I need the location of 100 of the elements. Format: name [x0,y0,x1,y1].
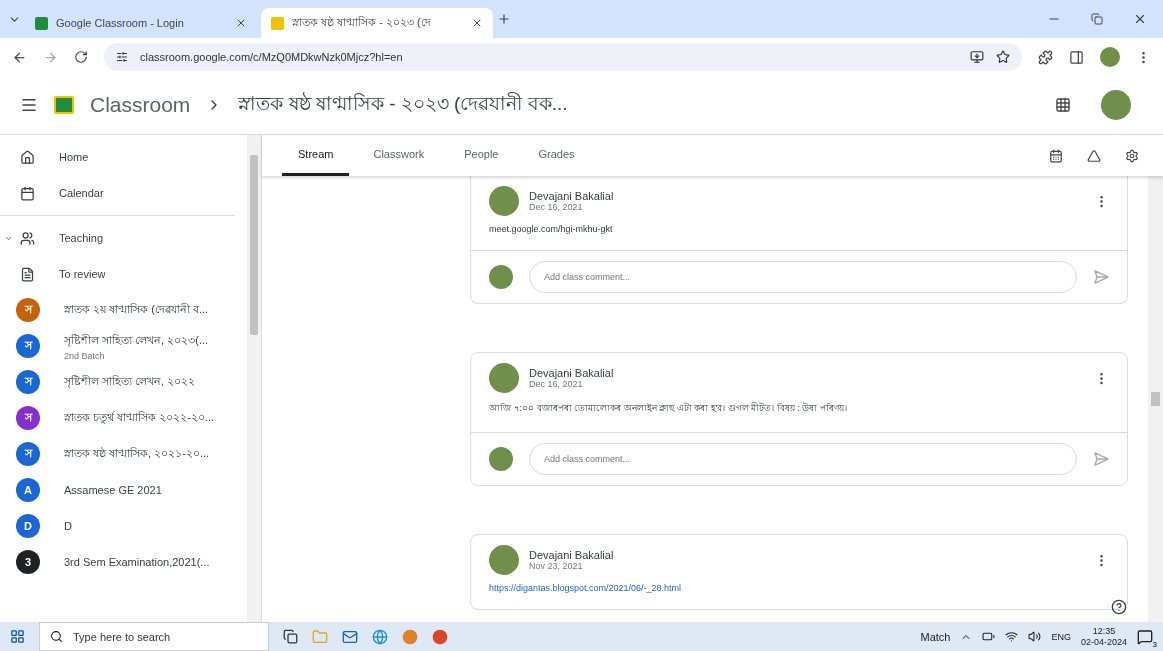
class-name: Assamese GE 2021 [64,484,162,496]
scrollbar[interactable] [247,135,261,622]
scrollbar[interactable] [1148,176,1163,622]
extensions-button[interactable] [1038,49,1053,65]
favicon-icon [271,16,284,30]
page-tab[interactable]: Stream [282,135,350,176]
restore-button[interactable] [1091,12,1103,26]
sidebar-item[interactable]: To review [0,256,247,292]
author-name: Devajani Bakalial [529,190,615,202]
sidebar-item[interactable]: Calendar [0,175,247,211]
author-name: Devajani Bakalial [529,549,615,561]
class-name: স্নাতক ২য় ষাণ্মাসিক (দেৱযানী ব... [64,301,209,317]
menu-button[interactable] [20,96,38,114]
class-name: D [64,520,72,532]
post-date: Nov 23, 2021 [529,561,584,571]
start-button[interactable] [10,629,25,644]
comment-field[interactable]: Add class comment... [529,261,1077,293]
battery-icon[interactable] [982,630,996,643]
author-avatar [489,186,519,216]
class-name: স্নাতক চতুৰ্থ ষাণ্মাসিক ২০২২-২০... [64,409,214,426]
drive-button[interactable] [1087,148,1101,163]
post-text: আজি ৭:০০ বজাৰপৰা তোমালোকৰ অনলাইন ক্লাছ এটা কৰা হ'ব। গুগল মীটত। বিষয় : উষা পৰিণয়। [489,403,847,413]
author-name: Devajani Bakalial [529,367,615,379]
class-item[interactable]: স সৃষ্টিশীল সাহিত্য লেখন, ২০২২ [0,364,247,400]
people-icon [20,230,35,246]
calendar-icon [20,185,35,201]
class-name: সৃষ্টিশীল সাহিত্য লেখন, ২০২২ [64,373,196,390]
post-text: meet.google.com/hgi-mkhu-gkt [489,224,613,234]
class-avatar: স [16,406,40,430]
search-placeholder: Type here to search [73,630,171,643]
class-item[interactable]: 3 3rd Sem Examination,2021(... [0,544,247,580]
class-item[interactable]: D D [0,508,247,544]
install-icon[interactable] [970,50,984,64]
caret-icon[interactable] [4,234,13,243]
close-icon [1133,12,1147,26]
class-item[interactable]: A Assamese GE 2021 [0,472,247,508]
restore-icon [1091,13,1103,25]
class-avatar: স [16,442,40,466]
calendar-button[interactable] [1049,148,1063,163]
class-item[interactable]: স স্নাতক ষষ্ঠ ষাণ্মাসিক, ২০২১-২০... [0,436,247,472]
side-panel-button[interactable] [1069,49,1084,65]
profile-avatar[interactable] [1100,47,1120,67]
author-avatar [489,363,519,393]
class-item[interactable]: স সৃষ্টিশীল সাহিত্য লেখন, ২০২৩(... 2nd Batch [0,328,247,364]
author-avatar [489,545,519,575]
tab-title: Google Classroom - Login [56,17,185,29]
plus-icon [497,12,511,26]
page-tab[interactable]: People [448,135,515,176]
class-name: 3rd Sem Examination,2021(... [64,556,210,568]
mail-icon[interactable] [342,628,358,645]
browser-tab[interactable]: স্নাতক ষষ্ঠ ষাণ্মাসিক - ২০২৩ (দে [261,8,493,38]
course-title: স্নাতক ষষ্ঠ ষাণ্মাসিক - ২০২৩ (দেৱযানী বক... [238,91,568,116]
url-text: classroom.google.com/c/MzQ0MDkwNzk0Mjcz?hl=en [140,51,404,63]
app-name[interactable]: Classroom [90,93,191,117]
close-icon[interactable] [235,17,247,29]
new-tab-button[interactable] [497,12,511,26]
post-link[interactable]: https://digantas.blogspot.com/2021/06/-_28.html [489,583,682,593]
sidebar-item[interactable]: Home [0,139,247,175]
back-button[interactable] [12,49,27,65]
favicon-icon [35,16,48,30]
settings-button[interactable] [1125,148,1139,163]
profile-avatar[interactable] [1101,90,1131,120]
page-tab[interactable]: Grades [522,135,591,176]
close-icon[interactable] [471,17,483,29]
reload-button[interactable] [74,50,88,64]
apps-grid-button[interactable] [1055,97,1071,113]
class-name: স্নাতক ষষ্ঠ ষাণ্মাসিক, ২০২১-২০... [64,445,210,461]
class-item[interactable]: স স্নাতক ২য় ষাণ্মাসিক (দেৱযানী ব... [0,292,247,328]
user-avatar [489,265,513,289]
class-avatar: D [16,514,40,538]
classroom-logo-icon [54,96,74,114]
wifi-icon[interactable] [1005,630,1019,643]
class-avatar: 3 [16,550,40,574]
page-tab[interactable]: Classwork [357,135,441,176]
class-avatar: স [16,298,40,322]
news-widget[interactable]: Match [920,630,951,643]
user-avatar [489,447,513,471]
comment-field[interactable]: Add class comment... [529,443,1077,475]
language-indicator[interactable]: ENG [1051,631,1071,642]
post-date: Dec 16, 2021 [529,202,584,212]
class-avatar: স [16,370,40,394]
sidebar-item[interactable]: Teaching [0,220,247,256]
class-avatar: A [16,478,40,502]
clock[interactable]: 12:35 02-04-2024 [1080,625,1127,648]
post-date: Dec 16, 2021 [529,379,584,389]
speaker-icon[interactable] [1028,630,1042,643]
home-icon [20,149,35,165]
class-subtitle: 2nd Batch [64,350,106,361]
help-icon[interactable] [1111,599,1127,615]
close-button[interactable] [1133,12,1147,26]
browser-tab[interactable]: Google Classroom - Login [25,8,257,38]
class-item[interactable]: স স্নাতক চতুৰ্থ ষাণ্মাসিক ২০২২-২০... [0,400,247,436]
address-bar[interactable]: classroom.google.com/c/MzQ0MDkwNzk0Mjcz?hl=en [104,43,1022,71]
bookmark-star-icon[interactable] [996,50,1010,64]
taskbar-search-field[interactable]: Type here to search [39,622,269,651]
search-icon [50,630,63,643]
site-info-icon[interactable] [116,51,128,63]
task-view-icon[interactable] [283,629,298,644]
tab-title: স্নাতক ষষ্ঠ ষাণ্মাসিক - ২০২৩ (দে [292,14,432,30]
class-avatar: স [16,334,40,358]
